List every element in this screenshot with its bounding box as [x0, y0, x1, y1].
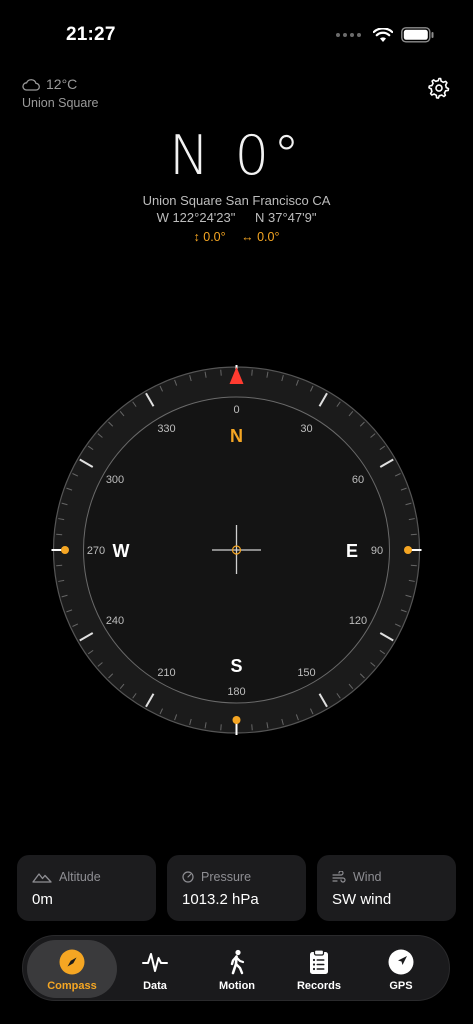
- pressure-card[interactable]: Pressure 1013.2 hPa: [167, 855, 306, 921]
- tab-motion[interactable]: Motion: [196, 940, 278, 998]
- pressure-value: 1013.2 hPa: [182, 891, 259, 908]
- degree-label: 270: [87, 545, 105, 557]
- wind-icon: [332, 871, 346, 883]
- degree-label: 90: [371, 545, 383, 557]
- minor-tick: [251, 369, 253, 376]
- status-icons: [336, 27, 435, 43]
- compass-icon: [59, 949, 85, 975]
- degree-label: 30: [300, 423, 312, 435]
- tab-bar: Compass Data Motion Records GPS: [22, 935, 450, 1001]
- status-bar: 21:27: [0, 0, 473, 70]
- heading-readout: N 0°: [0, 124, 473, 187]
- pulse-icon: [142, 953, 168, 972]
- degree-label: 60: [352, 474, 364, 486]
- tab-label: Records: [296, 980, 342, 992]
- minor-tick: [56, 533, 63, 536]
- walk-icon: [230, 949, 245, 975]
- degree-label: 150: [297, 667, 315, 679]
- degree-label: 210: [157, 667, 175, 679]
- tab-label: GPS: [389, 980, 413, 992]
- compass-dial: 0 30 60 90 120 150 180 210 240 270 300 3…: [51, 365, 422, 735]
- wind-label: Wind: [353, 870, 382, 884]
- weather-temperature: 12°C: [46, 76, 78, 92]
- status-time: 21:27: [66, 24, 116, 45]
- tab-compass[interactable]: Compass: [27, 940, 117, 998]
- minor-tick: [410, 533, 417, 536]
- mountain-icon: [32, 873, 52, 883]
- degree-label: 330: [157, 423, 175, 435]
- heading-degrees: 0°: [234, 124, 304, 187]
- tab-label: Motion: [218, 980, 256, 992]
- wind-card[interactable]: Wind SW wind: [317, 855, 456, 921]
- tab-gps[interactable]: GPS: [360, 940, 442, 998]
- degree-label: 300: [106, 474, 124, 486]
- tab-data[interactable]: Data: [114, 940, 196, 998]
- east-marker-dot: [404, 546, 412, 554]
- degree-label: 240: [106, 615, 124, 627]
- coordinates: W 122°24'23" N 37°47'9": [0, 210, 473, 225]
- weather-location: Union Square: [22, 96, 99, 110]
- degree-label: 120: [349, 615, 367, 627]
- settings-button[interactable]: [427, 76, 451, 100]
- south-marker-dot: [232, 716, 241, 724]
- minor-tick: [220, 369, 222, 376]
- minor-tick: [251, 724, 253, 731]
- tab-label: Data: [143, 980, 167, 992]
- location-name: Union Square San Francisco CA: [142, 193, 331, 208]
- tab-records[interactable]: Records: [278, 940, 360, 998]
- cloud-icon: [22, 78, 40, 91]
- gauge-icon: [182, 871, 194, 883]
- cardinal-south: S: [230, 656, 242, 676]
- tilt-readout: ↕ 0.0° ↔ 0.0°: [0, 230, 473, 244]
- minor-tick: [220, 724, 222, 731]
- tilt-horizontal: ↔ 0.0°: [241, 230, 280, 244]
- altitude-card[interactable]: Altitude 0m: [17, 855, 156, 921]
- battery-icon: [401, 27, 434, 43]
- wifi-icon: [373, 27, 393, 42]
- cardinal-north: N: [230, 426, 243, 446]
- degree-label: 0: [233, 404, 239, 416]
- location-arrow-icon: [388, 949, 414, 975]
- wind-value: SW wind: [332, 891, 392, 908]
- cardinal-east: E: [346, 541, 358, 561]
- west-marker-dot: [61, 546, 69, 554]
- pressure-label: Pressure: [201, 870, 252, 884]
- gear-icon: [428, 77, 450, 99]
- minor-tick: [56, 564, 63, 567]
- tilt-vertical: ↕ 0.0°: [193, 230, 226, 244]
- minor-tick: [410, 564, 417, 567]
- clipboard-icon: [310, 949, 328, 974]
- latitude: N 37°47'9": [254, 210, 317, 225]
- heading-direction: N: [169, 124, 214, 187]
- cardinal-west: W: [113, 541, 130, 561]
- altitude-value: 0m: [32, 891, 53, 908]
- weather-widget: 12°C Union Square: [22, 76, 98, 110]
- degree-label: 180: [227, 686, 245, 698]
- tab-label: Compass: [47, 980, 97, 992]
- altitude-label: Altitude: [59, 870, 101, 884]
- signal-icon: [336, 33, 361, 37]
- longitude: W 122°24'23": [156, 210, 236, 225]
